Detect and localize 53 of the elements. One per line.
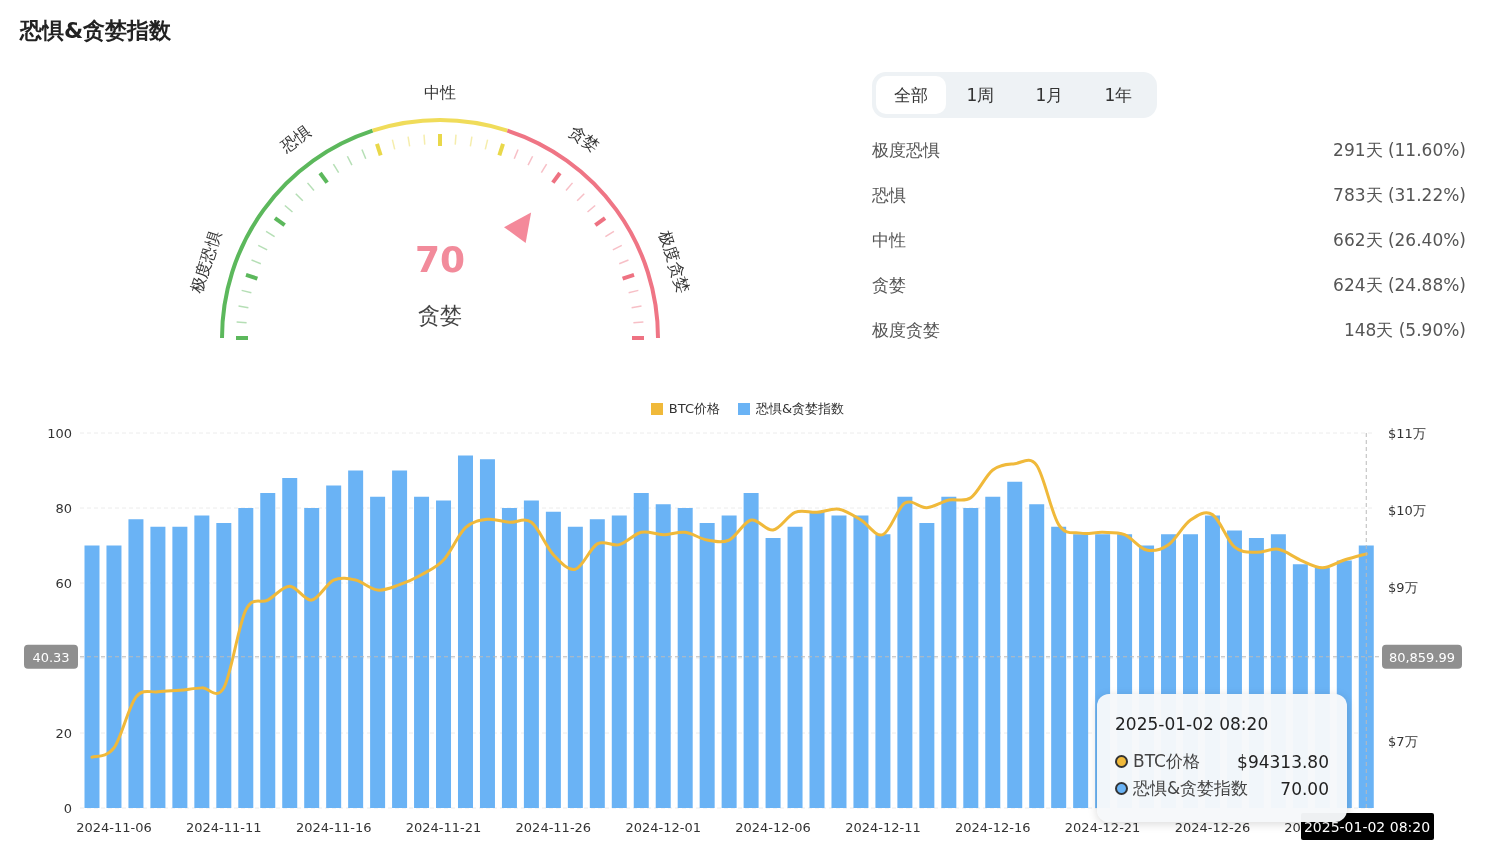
axis-label: 60 (55, 576, 72, 591)
period-tab[interactable]: 1月 (1015, 76, 1084, 114)
period-tab[interactable]: 1年 (1084, 76, 1153, 114)
tooltip-title: 2025-01-02 08:20 (1115, 714, 1270, 734)
period-tab[interactable]: 全部 (876, 76, 946, 114)
zone-label: 恐惧 (276, 121, 314, 157)
stat-value: 783天 (31.22%) (1333, 184, 1466, 207)
stat-value: 291天 (11.60%) (1333, 139, 1466, 162)
stat-label: 贪婪 (872, 274, 906, 297)
axis-label: 2024-12-01 (625, 820, 701, 835)
stat-label: 中性 (872, 229, 906, 252)
axis-label: 2024-11-21 (405, 820, 482, 835)
axis-label: 2024-11-11 (186, 820, 262, 835)
axis-label: 80 (55, 501, 72, 516)
stat-value: 624天 (24.88%) (1333, 274, 1466, 297)
axis-label: 2024-12-11 (845, 820, 921, 835)
axis-label: 2024-11-26 (515, 820, 592, 835)
stat-label: 极度恐惧 (872, 139, 940, 162)
axis-label: 2024-11-06 (76, 820, 152, 835)
tooltip-label: 恐惧&贪婪指数 (1133, 777, 1250, 800)
axis-label: 100 (47, 426, 72, 441)
crosshair-value-label: 80,859.99 (1382, 644, 1462, 669)
zone-label: 贪婪 (566, 121, 604, 157)
tooltip-label: BTC价格 (1133, 750, 1201, 773)
axis-label: 2024-12-06 (735, 820, 811, 835)
stat-label: 恐惧 (872, 184, 906, 207)
stat-value: 662天 (26.40%) (1333, 229, 1466, 252)
stat-label: 极度贪婪 (872, 319, 940, 342)
axis-label: 2024-12-26 (1174, 820, 1251, 835)
axis-label: $9万 (1388, 580, 1418, 595)
period-tab[interactable]: 1周 (946, 76, 1015, 114)
tooltip-value: $94313.80 (1237, 751, 1329, 772)
gauge-value: 70 (414, 239, 466, 280)
axis-label: 20 (1284, 820, 1301, 835)
axis-label: 2024-12-16 (955, 820, 1031, 835)
axis-label: $11万 (1388, 426, 1426, 441)
gauge-state: 贪婪 (418, 303, 462, 328)
zone-label: 中性 (424, 82, 456, 102)
gauge-pointer (504, 212, 532, 243)
legend-label[interactable]: 恐惧&贪婪指数 (756, 400, 845, 418)
axis-label: 2024-12-21 (1064, 820, 1141, 835)
tooltip-value: 70.00 (1280, 778, 1329, 799)
zone-label: 极度贪婪 (655, 228, 693, 296)
axis-label: 2024-11-16 (295, 820, 372, 835)
axis-label: $10万 (1388, 503, 1426, 518)
axis-label: 0 (63, 801, 72, 816)
stat-value: 148天 (5.90%) (1343, 319, 1466, 342)
page-title: 恐惧&贪婪指数 (18, 17, 173, 45)
axis-label: $7万 (1388, 734, 1418, 749)
axis-label: 20 (55, 726, 72, 741)
zone-label: 极度恐惧 (187, 228, 225, 296)
legend-label[interactable]: BTC价格 (668, 400, 720, 418)
crosshair-value-label: 40.33 (24, 644, 78, 669)
